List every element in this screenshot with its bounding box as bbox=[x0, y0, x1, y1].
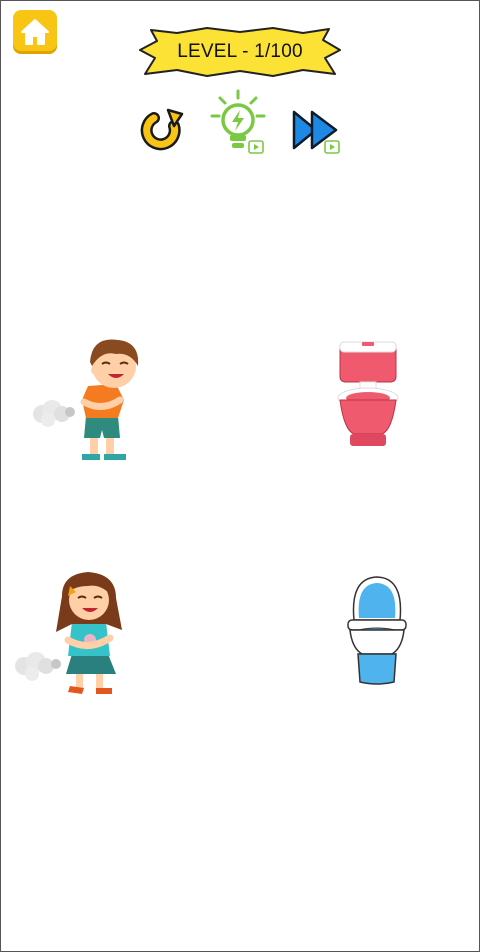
home-icon bbox=[21, 19, 49, 45]
girl-illustration bbox=[15, 572, 122, 694]
video-ad-icon bbox=[248, 140, 264, 154]
restart-button[interactable] bbox=[140, 106, 186, 156]
boy-character[interactable] bbox=[30, 326, 152, 466]
home-button[interactable] bbox=[13, 10, 57, 54]
hint-button[interactable] bbox=[208, 88, 268, 158]
toilet-blue-illustration bbox=[347, 576, 407, 685]
restart-icon bbox=[140, 108, 184, 151]
video-ad-icon bbox=[324, 140, 340, 154]
blue-toilet[interactable] bbox=[344, 574, 410, 688]
level-banner: LEVEL - 1/100 bbox=[137, 24, 343, 80]
fart-cloud bbox=[33, 400, 75, 427]
toilet-pink-illustration bbox=[337, 341, 399, 446]
fart-cloud bbox=[15, 652, 61, 681]
pink-toilet[interactable] bbox=[334, 338, 402, 450]
boy-illustration bbox=[33, 339, 139, 460]
level-label: LEVEL - 1/100 bbox=[177, 41, 303, 62]
girl-character[interactable] bbox=[10, 566, 132, 700]
skip-button[interactable] bbox=[290, 108, 344, 156]
